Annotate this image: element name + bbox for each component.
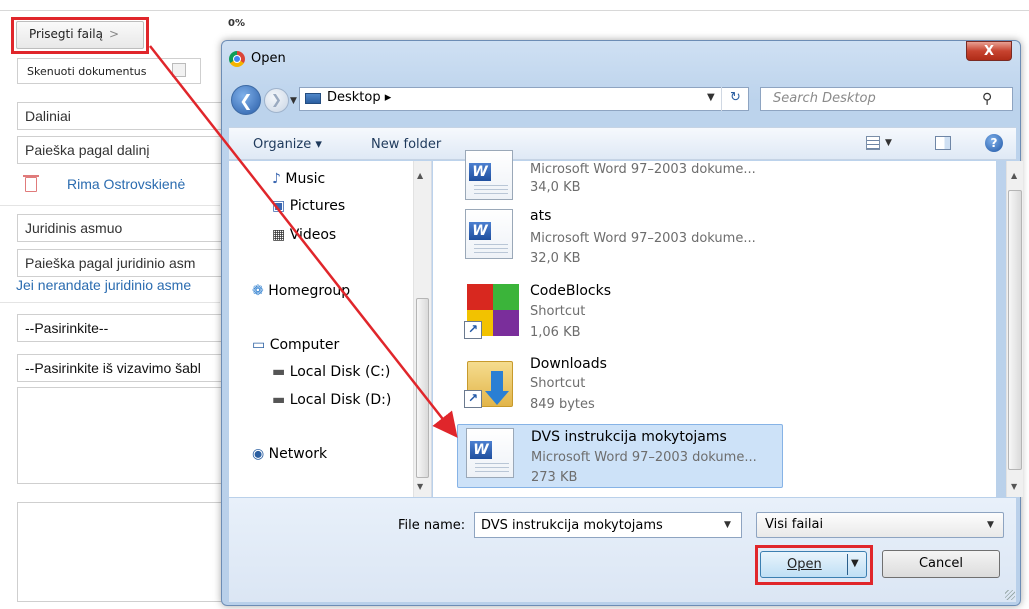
annotation-arrow (149, 45, 458, 438)
